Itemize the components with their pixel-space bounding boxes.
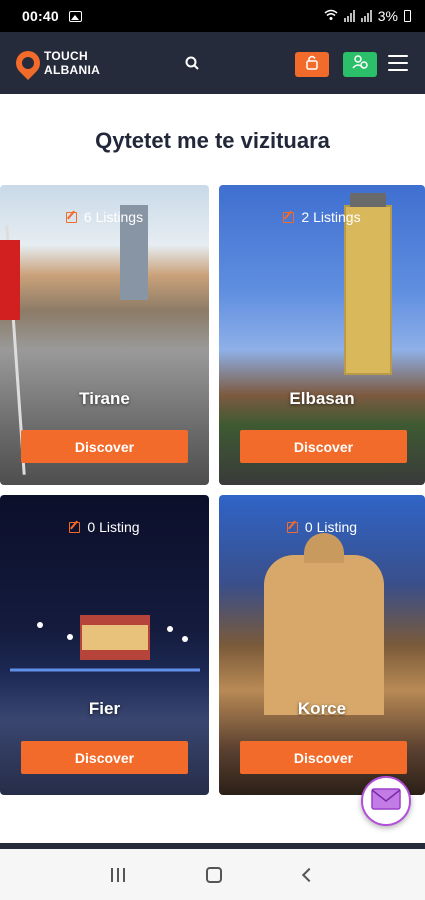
- discover-button[interactable]: Discover: [21, 741, 188, 774]
- register-button[interactable]: [343, 52, 377, 77]
- listing-count-text: 6 Listings: [83, 209, 144, 225]
- edit-icon: [69, 521, 81, 533]
- listing-count-text: 0 Listing: [87, 519, 140, 535]
- discover-button[interactable]: Discover: [240, 430, 407, 463]
- recent-apps-icon[interactable]: [110, 867, 125, 882]
- contact-mail-button[interactable]: [361, 776, 411, 826]
- flag: [0, 240, 20, 320]
- city-card-fier[interactable]: 0 Listing Fier Discover: [0, 495, 209, 795]
- envelope-icon: [371, 787, 401, 815]
- city-card-elbasan[interactable]: 2 Listings Elbasan Discover: [219, 185, 425, 485]
- night-lights: [10, 615, 200, 672]
- status-bar: 00:40 3%: [0, 0, 425, 32]
- listing-count: 0 Listing: [219, 519, 425, 535]
- signal-icon-2: [360, 10, 372, 22]
- back-icon[interactable]: [302, 867, 317, 882]
- discover-button[interactable]: Discover: [21, 430, 188, 463]
- battery-icon: [404, 10, 411, 22]
- status-right: 3%: [324, 8, 411, 24]
- location-pin-icon: [11, 46, 45, 80]
- listing-count-text: 0 Listing: [304, 519, 358, 535]
- cathedral: [264, 533, 384, 715]
- register-icon: [352, 54, 368, 75]
- login-button[interactable]: [295, 52, 329, 77]
- logo-line-2: ALBANIA: [44, 63, 101, 77]
- home-icon[interactable]: [206, 866, 223, 883]
- listing-count: 2 Listings: [219, 209, 425, 225]
- listing-count: 6 Listings: [0, 209, 209, 225]
- city-name: Korce: [297, 699, 347, 718]
- logo[interactable]: TOUCH ALBANIA: [11, 46, 100, 80]
- system-navigation-bar: [0, 849, 425, 900]
- user-icon: [305, 54, 319, 75]
- menu-icon[interactable]: [388, 55, 408, 71]
- city-name: Elbasan: [289, 389, 355, 408]
- clock-tower: [344, 193, 392, 375]
- discover-button[interactable]: Discover: [240, 741, 407, 774]
- edit-icon: [65, 211, 77, 223]
- status-time: 00:40: [22, 8, 59, 24]
- city-name: Tirane: [79, 389, 130, 408]
- wifi-icon: [324, 8, 338, 24]
- listing-count: 0 Listing: [0, 519, 209, 535]
- logo-text: TOUCH ALBANIA: [44, 49, 100, 77]
- city-name: Fier: [88, 699, 121, 718]
- gallery-icon: [68, 10, 82, 22]
- edit-icon: [283, 211, 295, 223]
- battery-level: 3%: [377, 8, 398, 24]
- city-card-tirane[interactable]: 6 Listings Tirane Discover: [0, 185, 209, 485]
- listing-count-text: 2 Listings: [301, 209, 361, 225]
- edit-icon: [286, 521, 298, 533]
- search-icon[interactable]: [185, 56, 199, 70]
- logo-line-1: TOUCH: [44, 49, 88, 63]
- signal-icon: [343, 10, 355, 22]
- section-title: Qytetet me te vizituara: [95, 128, 330, 153]
- city-card-korce[interactable]: 0 Listing Korce Discover: [219, 495, 425, 795]
- top-navigation: TOUCH ALBANIA: [0, 32, 425, 94]
